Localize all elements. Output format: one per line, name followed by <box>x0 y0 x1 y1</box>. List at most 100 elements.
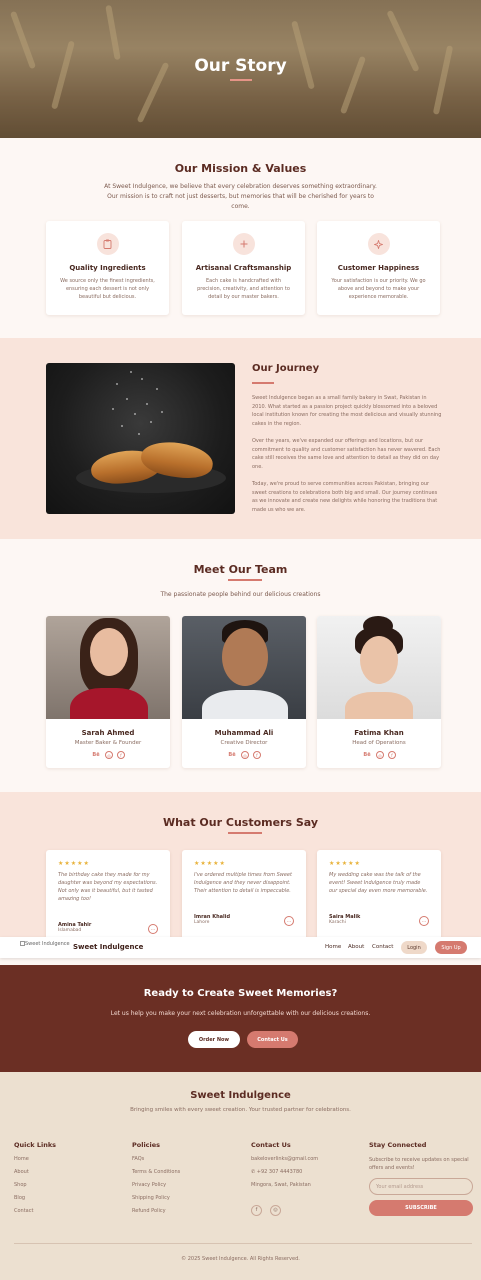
testimonial-card: ★★★★★ I've ordered multiple times from S… <box>182 850 306 940</box>
footer-link-terms[interactable]: Terms & Conditions <box>132 1169 180 1182</box>
cta-section: Ready to Create Sweet Memories? Let us h… <box>0 965 481 1072</box>
navbar: Sweet Indulgence Sweet Indulgence Home A… <box>0 937 481 958</box>
testimonial-quote: The birthday cake they made for my daugh… <box>58 872 158 902</box>
value-card-happiness: Customer Happiness Your satisfaction is … <box>317 221 440 315</box>
member-name: Fatima Khan <box>354 729 404 737</box>
hero-title-underline <box>230 79 252 81</box>
team-member-card: Fatima Khan Head of Operations Bē ◎ f <box>317 616 441 768</box>
value-text: We source only the finest ingredients, e… <box>60 278 155 300</box>
contact-phone[interactable]: +92 307 4443780 <box>257 1169 303 1175</box>
footer: Sweet Indulgence Bringing smiles with ev… <box>0 1072 481 1280</box>
footer-stay-connected: Stay Connected Subscribe to receive upda… <box>369 1141 473 1216</box>
team-subtitle: The passionate people behind our delicio… <box>160 591 321 598</box>
journey-paragraph: Over the years, we've expanded our offer… <box>252 438 441 470</box>
facebook-icon[interactable]: f <box>253 751 261 759</box>
behance-icon[interactable]: Bē <box>362 751 372 759</box>
member-photo <box>317 616 441 719</box>
footer-link-privacy[interactable]: Privacy Policy <box>132 1182 180 1195</box>
testimonial-location: Lahore <box>194 920 210 925</box>
member-socials: Bē ◎ f <box>317 751 441 759</box>
rating-stars: ★★★★★ <box>58 860 90 867</box>
footer-socials: f ◎ <box>251 1196 318 1216</box>
testimonial-card: ★★★★★ The birthday cake they made for my… <box>46 850 170 940</box>
testimonial-card: ★★★★★ My wedding cake was the talk of th… <box>317 850 441 940</box>
sparkle-icon <box>367 233 390 255</box>
facebook-icon[interactable]: f <box>117 751 125 759</box>
subscribe-text: Subscribe to receive updates on special … <box>369 1157 469 1171</box>
team-member-card: Muhammad Ali Creative Director Bē ◎ f <box>182 616 306 768</box>
chat-bubble-icon: … <box>284 916 294 926</box>
contact-email[interactable]: bakeloverlinks@gmail.com <box>251 1156 318 1169</box>
site-logo[interactable]: Sweet Indulgence <box>20 941 70 947</box>
newsletter-email-input[interactable] <box>369 1178 473 1195</box>
footer-tagline: Bringing smiles with every sweet creatio… <box>130 1107 351 1113</box>
testimonials-title: What Our Customers Say <box>162 816 319 829</box>
signup-button[interactable]: Sign Up <box>435 941 467 954</box>
subscribe-button[interactable]: SUBSCRIBE <box>369 1200 473 1216</box>
facebook-icon[interactable]: f <box>388 751 396 759</box>
value-card-craftsmanship: Artisanal Craftsmanship Each cake is han… <box>182 221 305 315</box>
nav-link-about[interactable]: About <box>348 944 364 950</box>
footer-column-title: Quick Links <box>14 1141 57 1149</box>
footer-link-shipping[interactable]: Shipping Policy <box>132 1195 180 1208</box>
instagram-icon[interactable]: ◎ <box>270 1204 282 1216</box>
mission-title: Our Mission & Values <box>174 162 307 175</box>
chat-bubble-icon: … <box>148 924 158 934</box>
contact-us-button[interactable]: Contact Us <box>247 1031 298 1048</box>
contact-address: Mingora, Swat, Pakistan <box>251 1182 311 1188</box>
nav-link-home[interactable]: Home <box>325 944 341 950</box>
member-name: Muhammad Ali <box>214 729 274 737</box>
testimonial-quote: I've ordered multiple times from Sweet I… <box>194 872 292 894</box>
hero-title: Our Story <box>194 56 287 76</box>
member-photo <box>46 616 170 719</box>
footer-divider <box>14 1243 472 1244</box>
value-card-quality: Quality Ingredients We source only the f… <box>46 221 169 315</box>
footer-column-title: Contact Us <box>251 1141 291 1149</box>
testimonial-location: Islamabad <box>58 928 82 933</box>
dribbble-icon[interactable]: ◎ <box>241 751 249 759</box>
footer-column-title: Stay Connected <box>369 1141 427 1149</box>
value-text: Your satisfaction is our priority. We go… <box>331 278 426 300</box>
member-role: Master Baker & Founder <box>74 740 142 746</box>
footer-link-faqs[interactable]: FAQs <box>132 1156 180 1169</box>
footer-link-refund[interactable]: Refund Policy <box>132 1208 180 1221</box>
clipboard-icon <box>96 233 119 255</box>
testimonials-title-underline <box>228 832 262 834</box>
journey-section: Our Journey Sweet Indulgence began as a … <box>0 338 481 539</box>
behance-icon[interactable]: Bē <box>227 751 237 759</box>
value-title: Customer Happiness <box>337 264 420 272</box>
cta-text: Let us help you make your next celebrati… <box>110 1010 371 1017</box>
footer-column-title: Policies <box>132 1141 161 1149</box>
value-title: Quality Ingredients <box>69 264 146 272</box>
nav-link-contact[interactable]: Contact <box>372 944 393 950</box>
facebook-icon[interactable]: f <box>251 1204 262 1216</box>
member-role: Head of Operations <box>352 740 406 746</box>
team-title: Meet Our Team <box>193 563 288 576</box>
footer-quick-links: Quick Links Home About Shop Blog Contact <box>14 1141 56 1221</box>
journey-title: Our Journey <box>252 363 320 374</box>
behance-icon[interactable]: Bē <box>91 751 101 759</box>
value-title: Artisanal Craftsmanship <box>195 264 292 272</box>
footer-link-shop[interactable]: Shop <box>14 1182 56 1195</box>
hero-banner: Our Story <box>0 0 481 138</box>
copyright: © 2025 Sweet Indulgence. All Rights Rese… <box>181 1256 300 1262</box>
footer-contact: Contact Us bakeloverlinks@gmail.com ✆ +9… <box>251 1141 318 1216</box>
mission-section: Our Mission & Values At Sweet Indulgence… <box>0 138 481 338</box>
footer-link-blog[interactable]: Blog <box>14 1195 56 1208</box>
team-section: Meet Our Team The passionate people behi… <box>0 539 481 792</box>
login-button[interactable]: Login <box>401 941 427 954</box>
rating-stars: ★★★★★ <box>329 860 361 867</box>
nav-brand[interactable]: Sweet Indulgence <box>73 943 143 951</box>
testimonial-location: Karachi <box>329 920 346 925</box>
footer-link-contact[interactable]: Contact <box>14 1208 56 1221</box>
footer-link-about[interactable]: About <box>14 1169 56 1182</box>
croissant-photo <box>46 363 235 514</box>
testimonial-quote: My wedding cake was the talk of the even… <box>329 872 428 894</box>
contact-phone-row: ✆ +92 307 4443780 <box>251 1169 318 1182</box>
dribbble-icon[interactable]: ◎ <box>376 751 384 759</box>
mission-intro: At Sweet Indulgence, we believe that eve… <box>104 183 377 210</box>
footer-link-home[interactable]: Home <box>14 1156 56 1169</box>
value-text: Each cake is handcrafted with precision,… <box>197 278 290 300</box>
order-now-button[interactable]: Order Now <box>188 1031 240 1048</box>
dribbble-icon[interactable]: ◎ <box>105 751 113 759</box>
